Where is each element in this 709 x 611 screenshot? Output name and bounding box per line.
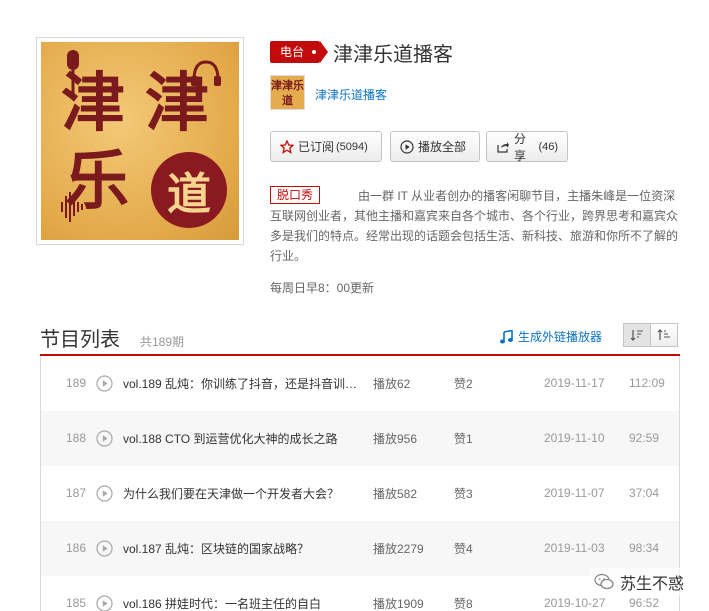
- soundwave-icon: [61, 192, 83, 222]
- track-index: 186: [65, 541, 86, 555]
- type-tag: 电台: [270, 41, 329, 63]
- track-plays: 播放582: [373, 486, 418, 501]
- track-date: 2019-11-07: [544, 486, 605, 500]
- sort-desc-icon: [630, 329, 644, 341]
- track-duration: 92:59: [629, 431, 660, 445]
- play-icon[interactable]: [96, 375, 113, 395]
- cover-char-1: 津: [61, 66, 125, 141]
- track-title[interactable]: vol.189 乱炖：你训练了抖音，还是抖音训练了你: [123, 375, 358, 392]
- track-likes[interactable]: 赞3: [454, 485, 473, 502]
- subscribe-count: (5094): [336, 140, 368, 153]
- track-title[interactable]: 为什么我们要在天津做一个开发者大会？: [123, 485, 358, 502]
- track-title[interactable]: vol.188 CTO 到运营优化大神的成长之路: [123, 430, 358, 447]
- track-likes[interactable]: 赞4: [454, 540, 473, 557]
- watermark-text: 苏生不惑: [620, 576, 685, 593]
- page-title: 津津乐道播客: [333, 44, 453, 66]
- track-plays: 播放1909: [373, 596, 424, 611]
- track-duration: 37:04: [629, 486, 660, 500]
- external-player-link[interactable]: 生成外链播放器: [500, 328, 602, 345]
- track-list: 189 vol.189 乱炖：你训练了抖音，还是抖音训练了你 播放62 赞2 2…: [40, 356, 680, 611]
- track-date: 2019-11-03: [544, 541, 605, 555]
- track-row[interactable]: 185 vol.186 拼娃时代：一名班主任的自白 播放1909 赞8 2019…: [41, 576, 679, 611]
- play-all-button[interactable]: 播放全部: [390, 131, 480, 162]
- wechat-icon: [594, 573, 614, 591]
- track-row[interactable]: 189 vol.189 乱炖：你训练了抖音，还是抖音训练了你 播放62 赞2 2…: [41, 356, 679, 411]
- track-plays: 播放62: [373, 376, 411, 391]
- star-icon: [280, 139, 294, 154]
- track-title[interactable]: vol.187 乱炖：区块链的国家战略？: [123, 540, 358, 557]
- track-likes[interactable]: 赞2: [454, 375, 473, 392]
- author-link[interactable]: 津津乐道播客: [315, 86, 387, 103]
- podcast-cover: 津 津 乐 道: [36, 37, 244, 245]
- track-plays: 播放2279: [373, 541, 424, 556]
- sort-ascending-button[interactable]: [650, 323, 678, 347]
- play-circle-icon: [400, 139, 414, 154]
- watermark: 苏生不惑: [590, 568, 689, 596]
- sort-descending-button[interactable]: [623, 323, 651, 347]
- external-player-label: 生成外链播放器: [518, 330, 603, 344]
- type-tag-label: 电台: [280, 45, 305, 59]
- track-row[interactable]: 187 为什么我们要在天津做一个开发者大会？ 播放582 赞3 2019-11-…: [41, 466, 679, 521]
- track-date: 2019-10-27: [544, 596, 606, 610]
- track-index: 187: [65, 486, 86, 500]
- author-avatar[interactable]: 津津乐道: [270, 75, 305, 110]
- play-icon[interactable]: [96, 595, 113, 611]
- track-likes[interactable]: 赞1: [454, 430, 473, 447]
- track-row[interactable]: 188 vol.188 CTO 到运营优化大神的成长之路 播放956 赞1 20…: [41, 411, 679, 466]
- track-count: 共189期: [140, 335, 185, 349]
- sort-asc-icon: [657, 329, 671, 341]
- track-duration: 112:09: [629, 376, 665, 390]
- share-label: 分享: [514, 131, 527, 163]
- cover-art: 津 津 乐 道: [41, 42, 239, 240]
- cover-seal: 道: [151, 152, 227, 228]
- play-icon[interactable]: [96, 485, 113, 505]
- share-button[interactable]: 分享 (46): [486, 131, 568, 163]
- track-index: 185: [65, 596, 86, 610]
- track-plays: 播放956: [373, 431, 418, 446]
- subscribe-button[interactable]: 已订阅 (5094): [270, 131, 382, 162]
- update-schedule: 每周日早8：00更新: [270, 281, 375, 295]
- category-tag[interactable]: 脱口秀: [270, 186, 321, 204]
- track-title[interactable]: vol.186 拼娃时代：一名班主任的自白: [123, 595, 358, 611]
- tag-dot: [312, 50, 317, 54]
- track-likes[interactable]: 赞8: [454, 595, 473, 611]
- track-index: 189: [65, 376, 86, 390]
- track-row[interactable]: 186 vol.187 乱炖：区块链的国家战略？ 播放2279 赞4 2019-…: [41, 521, 679, 576]
- play-all-label: 播放全部: [418, 140, 467, 154]
- headphones-icon: [191, 60, 221, 86]
- subscribe-label: 已订阅: [298, 140, 335, 154]
- track-date: 2019-11-10: [544, 431, 605, 445]
- share-icon: [496, 140, 510, 154]
- sort-toggle: [623, 323, 678, 347]
- music-note-icon: [500, 329, 513, 344]
- track-duration: 98:34: [629, 541, 660, 555]
- track-date: 2019-11-17: [544, 376, 605, 390]
- track-list-title: 节目列表: [40, 329, 120, 351]
- share-count: (46): [538, 140, 558, 153]
- track-index: 188: [65, 431, 86, 445]
- play-icon[interactable]: [96, 430, 113, 450]
- track-duration: 96:52: [629, 596, 660, 610]
- play-icon[interactable]: [96, 540, 113, 560]
- podcast-description: 由一群 IT 从业者创办的播客闲聊节目，主播朱峰是一位资深互联网创业者，其他主播…: [270, 189, 679, 263]
